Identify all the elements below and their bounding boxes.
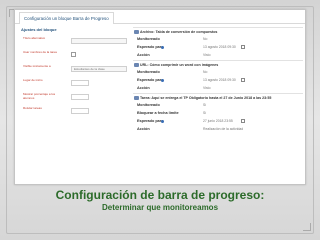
activity-row: Esperado para 13 agosto 2018 09:30: [133, 77, 303, 85]
activity-row: Monitoreado No: [133, 36, 303, 44]
activity-title: Archivo: Tabla de conversión de compuest…: [133, 29, 303, 36]
form-row: Usar nombres de la tarea: [21, 50, 127, 65]
activity-title-text: URL: Cómo comprimir un word con imágenes: [140, 63, 219, 67]
lock-deadline-value[interactable]: Sí: [203, 111, 206, 115]
label-tasks-select[interactable]: [71, 108, 89, 114]
use-task-names-checkbox[interactable]: [71, 52, 76, 57]
field-label: Usar nombres de la tarea: [23, 50, 57, 54]
monitored-activities: Archivo: Tabla de conversión de compuest…: [133, 27, 303, 183]
tab-bar: Configuración un bloque Barra de Progres…: [15, 10, 305, 24]
help-icon[interactable]: [161, 46, 164, 49]
start-place-select[interactable]: [71, 80, 89, 86]
caption-title: Configuración de barra de progreso:: [55, 188, 265, 202]
activity-row: Esperado para 27 junio 2018 23:55: [133, 118, 303, 126]
activity-block: Tarea: Aquí se entrega el TP Obligatorio…: [133, 93, 303, 134]
field-label: Título alternativo: [23, 36, 46, 40]
calendar-icon[interactable]: [241, 45, 245, 49]
row-label: Esperado para: [137, 78, 164, 82]
expected-date-value[interactable]: 13 agosto 2018 09:30: [203, 45, 236, 49]
tab-block-config[interactable]: Configuración un bloque Barra de Progres…: [19, 12, 114, 24]
activity-row: Acción Visto: [133, 85, 303, 93]
block-settings-form: Ajustes del bloque Título alternativo Us…: [21, 27, 127, 183]
activity-row: Monitoreado No: [133, 69, 303, 77]
action-value[interactable]: Visto: [203, 53, 210, 57]
monitored-value[interactable]: No: [203, 37, 207, 41]
activity-row: Acción Realización de la actividad: [133, 126, 303, 134]
show-percentage-select[interactable]: [71, 94, 89, 100]
activity-title-text: Tarea: Aquí se entrega el TP Obligatorio…: [140, 96, 272, 100]
action-value[interactable]: Visto: [203, 86, 210, 90]
field-label: Visible únicamente a: [23, 64, 51, 68]
row-label: Acción: [137, 86, 150, 90]
form-row: Mostrar porcentaje a los alumnos: [21, 92, 127, 107]
row-label: Acción: [137, 53, 150, 57]
row-label: Acción: [137, 127, 150, 131]
help-icon[interactable]: [161, 120, 164, 123]
form-row: Título alternativo: [21, 36, 127, 51]
form-row: Visible únicamente a Estudiantes de la c…: [21, 64, 127, 79]
form-row: Lugar de inicio: [21, 78, 127, 93]
assignment-icon: [134, 96, 139, 100]
row-label: Bloquear a fecha límite: [137, 111, 179, 115]
settings-section-header[interactable]: Ajustes del bloque: [21, 27, 127, 32]
action-value[interactable]: Realización de la actividad: [203, 127, 243, 131]
calendar-icon[interactable]: [241, 119, 245, 123]
monitored-value[interactable]: No: [203, 70, 207, 74]
help-icon[interactable]: [161, 79, 164, 82]
activity-block: Archivo: Tabla de conversión de compuest…: [133, 27, 303, 60]
screenshot-panel: Configuración un bloque Barra de Progres…: [14, 9, 306, 185]
file-icon: [134, 30, 139, 34]
expected-date-value[interactable]: 13 agosto 2018 09:30: [203, 78, 236, 82]
expected-date-value[interactable]: 27 junio 2018 23:55: [203, 119, 233, 123]
link-icon: [134, 63, 139, 67]
activity-row: Monitoreado Sí: [133, 102, 303, 110]
activity-row: Bloquear a fecha límite Sí: [133, 110, 303, 118]
row-label: Monitoreado: [137, 70, 160, 74]
frame-corner-bottom-right: [303, 223, 311, 231]
activity-row: Esperado para 13 agosto 2018 09:30: [133, 44, 303, 52]
slide-caption: Configuración de barra de progreso: Dete…: [0, 188, 320, 213]
row-label: Esperado para: [137, 45, 164, 49]
activity-title: Tarea: Aquí se entrega el TP Obligatorio…: [133, 95, 303, 102]
monitored-value[interactable]: Sí: [203, 103, 206, 107]
caption-subtitle: Determinar que monitoreamos: [101, 203, 219, 212]
row-label: Esperado para: [137, 119, 164, 123]
form-row: Rotular tareas: [21, 106, 127, 121]
field-label: Lugar de inicio: [23, 78, 43, 82]
row-label: Monitoreado: [137, 103, 160, 107]
calendar-icon[interactable]: [241, 78, 245, 82]
row-label: Monitoreado: [137, 37, 160, 41]
activity-title: URL: Cómo comprimir un word con imágenes: [133, 62, 303, 69]
activity-title-text: Archivo: Tabla de conversión de compuest…: [140, 30, 218, 34]
visibility-select[interactable]: Estudiantes de la clase: [71, 66, 127, 72]
alt-title-input[interactable]: [71, 38, 127, 44]
activity-block: URL: Cómo comprimir un word con imágenes…: [133, 60, 303, 93]
activity-row: Acción Visto: [133, 52, 303, 60]
field-label: Mostrar porcentaje a los alumnos: [23, 92, 56, 100]
field-label: Rotular tareas: [23, 106, 42, 110]
